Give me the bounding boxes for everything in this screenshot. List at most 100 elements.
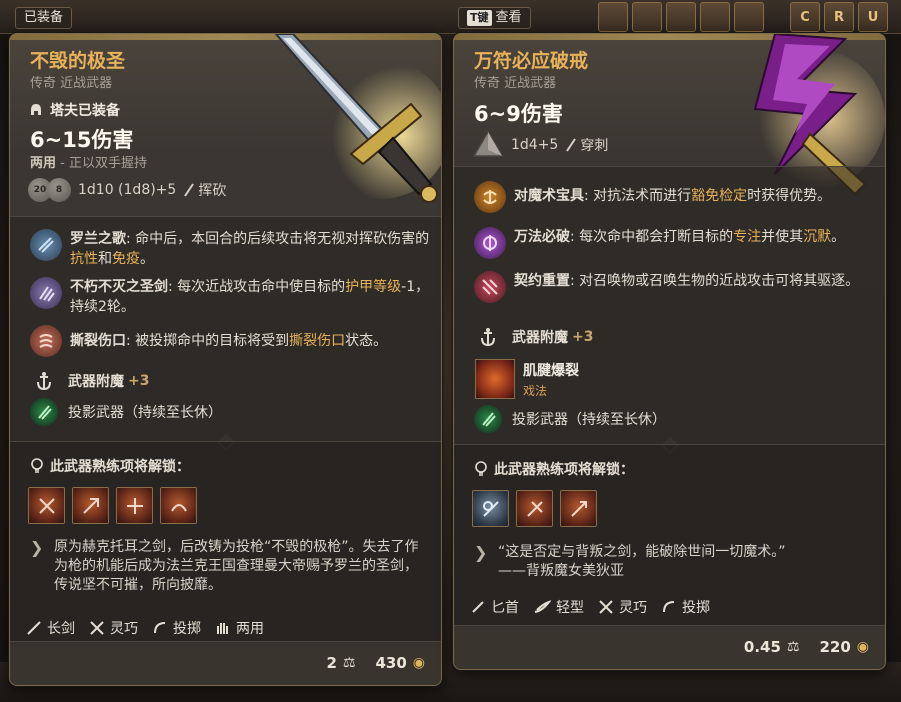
item-title: 万符必应破戒 [474,50,589,72]
slash-icon [184,183,195,197]
item-footer: 0.45 ⚖ 220 ◉ [454,625,885,669]
property-thrown[interactable]: 投掷 [661,597,710,617]
enchantment-row: 武器附魔 +3 [30,367,149,395]
projection-label: 投影武器（持续至长休） [512,412,666,428]
weight-icon: ⚖ [342,655,356,671]
property-thrown[interactable]: 投掷 [152,618,201,638]
equipped-tag: 已装备 [15,7,73,29]
property-finesse[interactable]: 灵巧 [598,597,647,617]
two-hands-icon [217,623,228,634]
lore-text: 原为赫克托耳之剑，后改铸为投枪“不毁的极枪”。失去了作为枪的机能后成为法兰克王国… [54,539,419,593]
compare-hint: T键 查看 [458,7,531,29]
hotbar-slot[interactable] [666,2,696,32]
character-tab-r[interactable]: R [824,2,854,32]
shield-slash-icon [30,229,62,261]
hotbar-slot[interactable] [598,2,628,32]
item-rarity-type: 传奇 近战武器 [30,76,113,91]
property-dagger[interactable]: 匕首 [470,597,519,617]
skill-icon[interactable] [560,490,597,527]
projection-row: 投影武器（持续至长休） [474,405,666,433]
passive-song-of-roland[interactable]: 罗兰之歌: 命中后，本回合的后续攻击将无视对挥砍伤害的抗性和免疫。 [30,229,431,269]
quote-icon: ❯ [30,538,44,557]
skill-row [28,487,197,524]
hotbar-slot[interactable] [734,2,764,32]
lore-text: “这是否定与背叛之剑，能破除世间一切魔术。” ——背叛魔女美狄亚 [498,543,786,581]
dice-formula: 1d4+5 [511,137,559,153]
helmet-icon [31,104,41,115]
d8-icon: 8 [47,178,71,202]
longsword-icon [27,621,41,635]
compare-hint-label: 查看 [495,10,522,25]
passive-lacerating-wound[interactable]: 撕裂伤口: 被投掷命中的目标将受到撕裂伤口状态。 [30,325,431,357]
enchantment-label: 武器附魔 [68,374,124,390]
feather-icon [534,600,551,613]
projection-icon [30,398,58,426]
t-key-badge: T键 [467,10,492,26]
proficiency-section: 此武器熟练项将解锁： ❯ “这是否定与背叛之剑，能破除世间一切魔术。” ——背叛… [454,444,885,627]
property-finesse[interactable]: 灵巧 [89,618,138,638]
spell-name: 肌腱爆裂 [523,362,579,379]
passive-text: 对魔术宝具: 对抗法术而进行豁免检定时获得优势。 [514,188,832,204]
granted-spell[interactable]: 肌腱爆裂 戏法 [475,359,579,399]
lore-block: ❯ “这是否定与背叛之剑，能破除世间一切魔术。” ——背叛魔女美狄亚 [474,543,869,581]
item-title: 不毁的极圣 [30,50,126,72]
passive-text: 不朽不灭之圣剑: 每次近战攻击命中使目标的护甲等级-1，持续2轮。 [70,279,430,315]
weapon-properties: 匕首 轻型 灵巧 投掷 [470,597,710,617]
thrown-icon [663,601,675,613]
anchor-icon [474,323,502,351]
rune-icon [474,181,506,213]
skill-icon[interactable] [160,487,197,524]
gold-coin-icon: ◉ [856,639,869,655]
passive-text: 撕裂伤口: 被投掷命中的目标将受到撕裂伤口状态。 [70,333,388,349]
equipped-item-tooltip: 不毁的极圣 传奇 近战武器 塔夫已装备 6~15伤害 两用 - 正以双手握持 2… [9,33,442,686]
anchor-icon [30,367,58,395]
granted-spell-text: 肌腱爆裂 戏法 [523,360,579,399]
dice-row: 1d4+5 穿刺 [472,130,608,160]
character-tab-c[interactable]: C [790,2,820,32]
projection-icon [474,405,502,433]
passive-contract-reset[interactable]: 契约重置: 对召唤物或召唤生物的近战攻击可将其驱逐。 [474,271,875,303]
handedness-label: 两用 [30,156,57,171]
d4-icon [472,130,504,157]
skill-row [472,490,597,527]
property-longsword[interactable]: 长剑 [26,618,75,638]
passive-anti-magic[interactable]: 对魔术宝具: 对抗法术而进行豁免检定时获得优势。 [474,181,875,213]
quote-icon: ❯ [474,543,488,562]
skill-icon[interactable] [516,490,553,527]
lightbulb-icon [31,458,43,473]
skill-icon[interactable] [28,487,65,524]
passive-text: 罗兰之歌: 命中后，本回合的后续攻击将无视对挥砍伤害的抗性和免疫。 [70,231,430,267]
lightbulb-icon [475,461,487,476]
proficiency-section: 此武器熟练项将解锁： ❯ 原为赫克托耳之剑，后改铸为投枪“不毁的极枪”。失去了作… [10,441,441,646]
dice-formula: 1d10 (1d8)+5 [78,182,177,198]
handedness-note: - 正以双手握持 [56,156,147,171]
item-weight: 2 [326,654,337,672]
item-weight: 0.45 [743,638,781,656]
passives-section: 对魔术宝具: 对抗法术而进行豁免检定时获得优势。 万法必破: 每次命中都会打断目… [454,166,885,454]
item-footer: 2 ⚖ 430 ◉ [10,641,441,685]
character-tab-u[interactable]: U [858,2,888,32]
property-light[interactable]: 轻型 [533,597,584,617]
skill-icon[interactable] [472,490,509,527]
passives-section: 罗兰之歌: 命中后，本回合的后续攻击将无视对挥砍伤害的抗性和免疫。 不朽不灭之圣… [10,216,441,451]
finesse-icon [599,600,613,614]
weapon-properties: 长剑 灵巧 投掷 两用 [26,618,264,638]
contract-icon [474,271,506,303]
passive-immortal-sword[interactable]: 不朽不灭之圣剑: 每次近战攻击命中使目标的护甲等级-1，持续2轮。 [30,277,431,317]
hotbar-slot[interactable] [700,2,730,32]
tendon-burst-icon [475,359,515,399]
claw-icon [30,277,62,309]
equipped-by-label: 塔夫已装备 [50,103,120,119]
property-versatile[interactable]: 两用 [215,618,264,638]
hotbar-slot[interactable] [632,2,662,32]
skill-icon[interactable] [72,487,109,524]
passive-rule-breaker[interactable]: 万法必破: 每次命中都会打断目标的专注并使其沉默。 [474,227,875,259]
skill-icon[interactable] [116,487,153,524]
equipped-by-row: 塔夫已装备 [28,100,120,120]
damage-range: 6~15伤害 [30,128,134,152]
weight-value-row: 0.45 ⚖ 220 ◉ [744,638,869,656]
projection-row: 投影武器（持续至长休） [30,398,222,426]
item-value: 430 [375,654,407,672]
unlock-title: 此武器熟练项将解锁： [50,459,190,475]
finesse-icon [90,621,104,635]
